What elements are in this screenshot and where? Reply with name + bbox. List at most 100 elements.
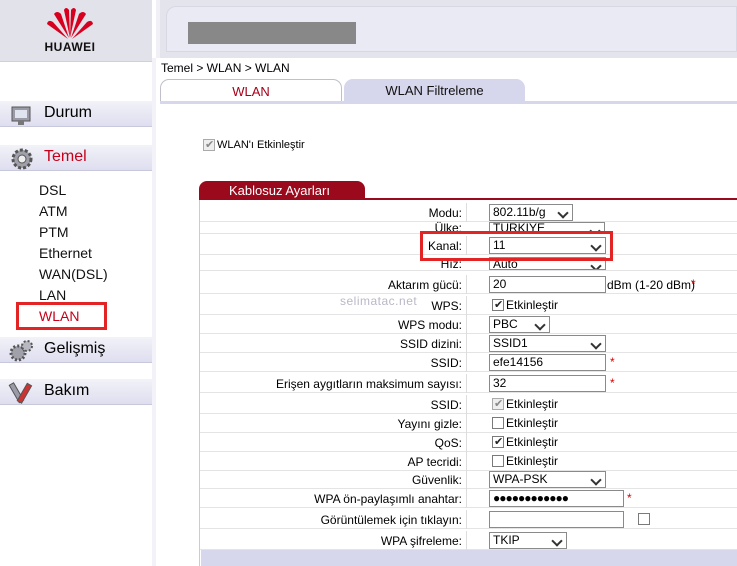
brand-name: HUAWEI <box>44 40 96 54</box>
ap-tecridi-toggle[interactable]: Etkinleştir <box>492 454 558 468</box>
modu-select[interactable]: 802.11b/g <box>489 204 573 221</box>
nav-item-lan[interactable]: LAN <box>39 287 66 303</box>
nav-bakim[interactable]: Bakım <box>0 379 152 405</box>
show-key-checkbox[interactable] <box>638 513 650 525</box>
row-ssid: SSID: efe14156 * <box>200 353 737 372</box>
nav-gelismis-label: Gelişmiş <box>44 340 106 357</box>
nav-durum-label: Durum <box>44 104 93 121</box>
row-yayini-gizle: Yayını gizle: Etkinleştir <box>200 414 737 433</box>
ssid-enable-checkbox[interactable] <box>492 397 504 410</box>
row-divider <box>466 489 467 508</box>
row-divider <box>466 353 467 372</box>
max-devices-label: Erişen aygıtların maksimum sayısı: <box>275 377 462 391</box>
required-star: * <box>610 355 615 369</box>
nav-gelismis[interactable]: Gelişmiş <box>0 337 152 363</box>
wps-modu-label: WPS modu: <box>397 318 462 332</box>
ap-tecridi-text: Etkinleştir <box>506 454 559 468</box>
tab-underline <box>160 101 737 104</box>
yayini-gizle-label: Yayını gizle: <box>397 417 462 431</box>
max-devices-input[interactable]: 32 <box>489 375 606 392</box>
ssid-dizini-select[interactable]: SSID1 <box>489 335 606 352</box>
gears-icon <box>9 340 33 362</box>
watermark: selimatac.net <box>340 294 418 308</box>
tab-bar: WLAN WLAN Filtreleme <box>160 79 737 102</box>
wpa-psk-input[interactable]: ●●●●●●●●●●●● <box>489 490 624 507</box>
yayini-gizle-checkbox[interactable] <box>492 417 504 429</box>
ssid-enable-text: Etkinleştir <box>506 397 559 411</box>
row-ap-tecridi: AP tecridi: Etkinleştir <box>200 452 737 471</box>
required-star: * <box>691 277 696 291</box>
required-star: * <box>610 376 615 390</box>
wps-checkbox[interactable] <box>492 298 504 311</box>
wlan-enable-row[interactable]: WLAN'ı Etkinleştir <box>203 138 305 151</box>
nav-temel-label: Temel <box>44 148 87 165</box>
guvenlik-label: Güvenlik: <box>411 473 462 487</box>
tab-wlan[interactable]: WLAN <box>160 79 342 102</box>
row-wpa-psk: WPA ön-paylaşımlı anahtar: ●●●●●●●●●●●● … <box>200 489 737 508</box>
nav-item-ethernet[interactable]: Ethernet <box>39 245 92 261</box>
row-divider <box>466 414 467 433</box>
nav-item-atm[interactable]: ATM <box>39 203 68 219</box>
tools-icon <box>8 382 33 404</box>
ap-tecridi-checkbox[interactable] <box>492 455 504 467</box>
row-divider <box>466 315 467 334</box>
ssid-input[interactable]: efe14156 <box>489 354 606 371</box>
sidebar: HUAWEI Durum Temel DSL ATM PTM Ethernet … <box>0 0 152 566</box>
qos-label: QoS: <box>434 436 462 450</box>
wlan-highlight-box <box>16 302 107 330</box>
row-divider <box>466 275 467 294</box>
row-divider <box>466 395 467 414</box>
yayini-gizle-toggle[interactable]: Etkinleştir <box>492 416 558 430</box>
nav-bakim-label: Bakım <box>44 382 90 399</box>
kanal-highlight-box <box>420 231 613 261</box>
wpa-sifreleme-select[interactable]: TKIP <box>489 532 567 549</box>
row-wpa-sifreleme: WPA şifreleme: TKIP <box>200 531 737 550</box>
row-divider <box>466 374 467 393</box>
wps-modu-select[interactable]: PBC <box>489 316 550 333</box>
ssid-label: SSID: <box>430 356 462 370</box>
wlan-enable-checkbox[interactable] <box>203 138 215 151</box>
row-ssid-enable: SSID: Etkinleştir <box>200 395 737 414</box>
row-divider <box>466 470 467 489</box>
ssid-enable-toggle[interactable]: Etkinleştir <box>492 397 558 411</box>
nav-item-dsl[interactable]: DSL <box>39 182 66 198</box>
yayini-gizle-text: Etkinleştir <box>506 416 559 430</box>
huawei-logo-icon <box>47 8 93 39</box>
nav-temel[interactable]: Temel <box>0 145 152 171</box>
qos-toggle[interactable]: Etkinleştir <box>492 435 558 449</box>
breadcrumb: Temel > WLAN > WLAN <box>161 61 290 75</box>
wps-label: WPS: <box>431 299 462 313</box>
qos-checkbox[interactable] <box>492 435 504 448</box>
row-qos: QoS: Etkinleştir <box>200 433 737 452</box>
row-goruntule: Görüntülemek için tıklayın: <box>200 510 737 529</box>
redacted-bar <box>188 22 356 44</box>
row-divider <box>466 452 467 471</box>
wps-checkbox-label: Etkinleştir <box>506 298 559 312</box>
nav-durum[interactable]: Durum <box>0 101 152 127</box>
aktarim-unit: dBm (1-20 dBm) <box>607 278 696 292</box>
wps-toggle[interactable]: Etkinleştir <box>492 298 558 312</box>
row-wps: WPS: Etkinleştir <box>200 296 737 315</box>
tab-wlan-filtreleme[interactable]: WLAN Filtreleme <box>344 79 525 102</box>
nav-item-ptm[interactable]: PTM <box>39 224 69 240</box>
guvenlik-select[interactable]: WPA-PSK <box>489 471 606 488</box>
row-wps-modu: WPS modu: PBC <box>200 315 737 334</box>
row-divider <box>466 203 467 222</box>
row-divider <box>466 334 467 353</box>
ssid-enable-label: SSID: <box>430 398 462 412</box>
modu-label: Modu: <box>428 206 462 220</box>
row-divider <box>466 433 467 452</box>
ssid-dizini-label: SSID dizini: <box>399 337 462 351</box>
row-max-devices: Erişen aygıtların maksimum sayısı: 32 * <box>200 374 737 393</box>
aktarim-input[interactable]: 20 <box>489 276 606 293</box>
goruntule-input[interactable] <box>489 511 624 528</box>
row-ssid-dizini: SSID dizini: SSID1 <box>200 334 737 353</box>
ap-tecridi-label: AP tecridi: <box>407 455 462 469</box>
nav-item-wan-dsl[interactable]: WAN(DSL) <box>39 266 108 282</box>
logo: HUAWEI <box>0 0 152 62</box>
goruntule-label: Görüntülemek için tıklayın: <box>320 513 462 527</box>
row-guvenlik: Güvenlik: WPA-PSK <box>200 470 737 489</box>
wlan-enable-label: WLAN'ı Etkinleştir <box>217 139 305 151</box>
row-divider <box>466 531 467 550</box>
qos-text: Etkinleştir <box>506 435 559 449</box>
